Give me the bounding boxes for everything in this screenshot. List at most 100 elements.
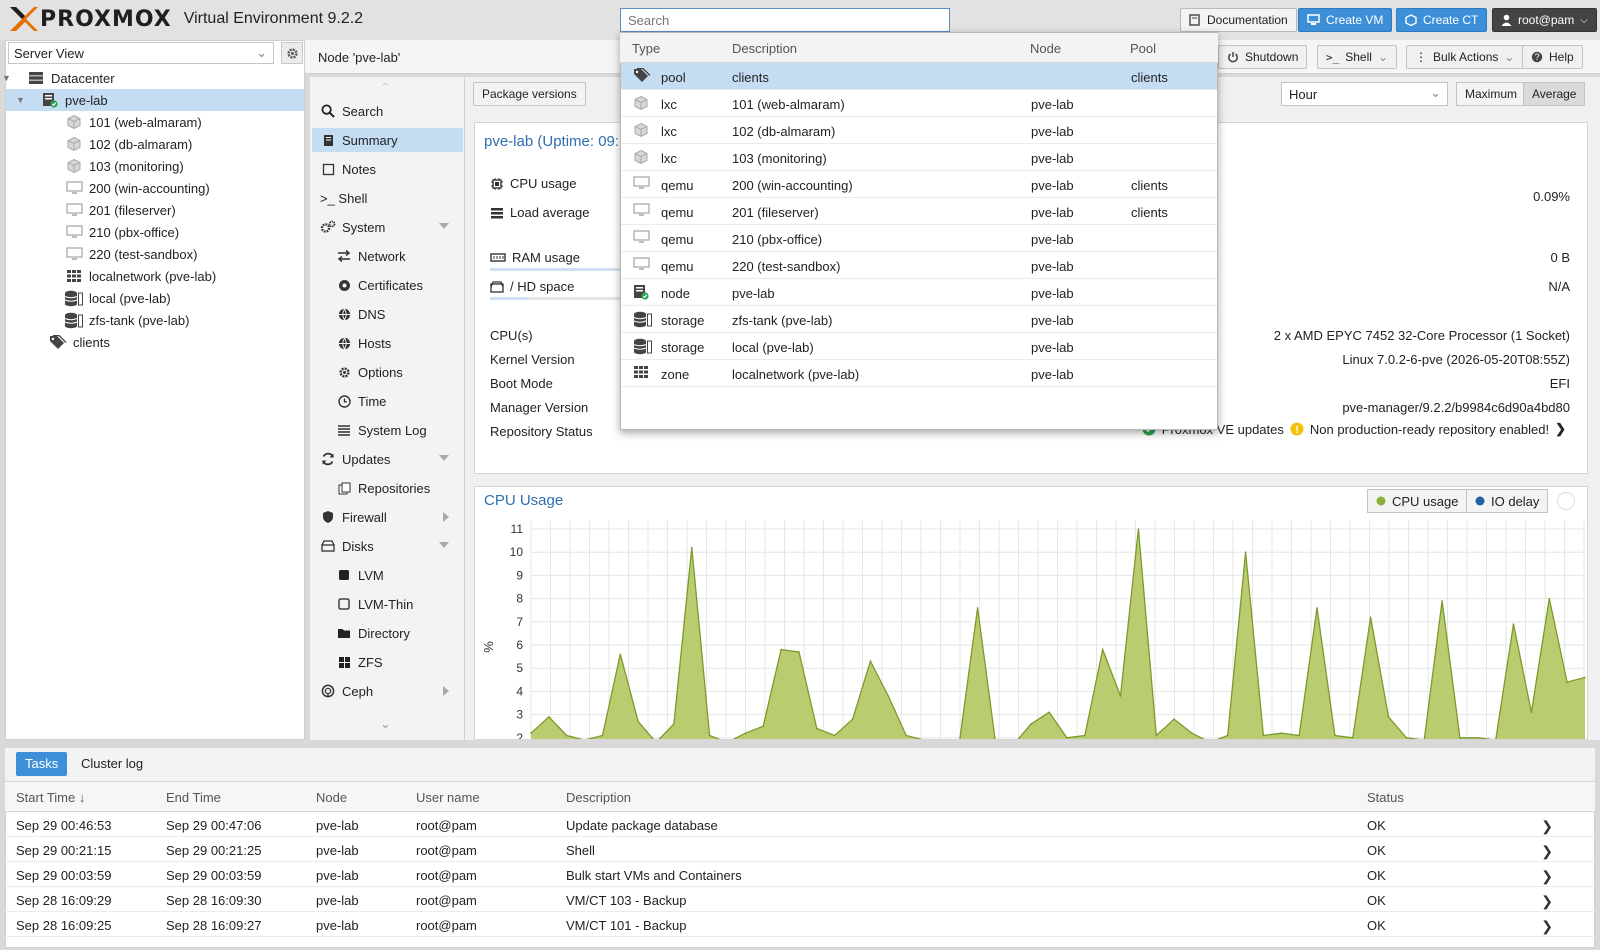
collapse-toggle-icon[interactable]: ▼	[16, 95, 25, 105]
chevron-right-icon[interactable]: ❯	[1555, 421, 1566, 437]
create-vm-button[interactable]: Create VM	[1298, 8, 1393, 32]
chevron-right-icon[interactable]: ❯	[1541, 868, 1553, 885]
submenu-item[interactable]: LVM-Thin	[312, 592, 463, 616]
expand-arrow-icon[interactable]	[439, 542, 449, 548]
cpu-usage-point	[1101, 648, 1104, 651]
search-result-row[interactable]: lxc 101 (web-almaram) pve-lab	[621, 90, 1217, 117]
submenu-item[interactable]: LVM	[312, 563, 463, 587]
expand-arrow-icon[interactable]	[439, 455, 449, 461]
timeframe-select[interactable]: Hour ⌄	[1281, 82, 1448, 106]
scroll-down-icon[interactable]: ⌄	[380, 716, 391, 732]
col-end-time[interactable]: End Time	[166, 790, 221, 805]
tree-item[interactable]: ▼ Datacenter	[2, 67, 304, 89]
search-result-row[interactable]: lxc 103 (monitoring) pve-lab	[621, 144, 1217, 171]
tree-settings-button[interactable]	[281, 42, 303, 64]
view-select[interactable]: Server View ⌄	[8, 42, 274, 64]
tab-tasks[interactable]: Tasks	[16, 752, 68, 776]
chevron-right-icon[interactable]: ❯	[1541, 918, 1553, 935]
submenu-item[interactable]: Notes	[312, 157, 463, 181]
help-button[interactable]: ? Help	[1522, 45, 1583, 69]
tree-item[interactable]: ▼ pve-lab	[6, 89, 304, 111]
chevron-right-icon[interactable]: ❯	[1541, 818, 1553, 835]
submenu-item[interactable]: System	[312, 215, 463, 239]
collapse-toggle-icon[interactable]: ▼	[2, 73, 11, 83]
expand-arrow-icon[interactable]	[443, 512, 449, 522]
col-node[interactable]: Node	[316, 790, 347, 805]
col-type[interactable]: Type	[632, 41, 660, 56]
search-result-row[interactable]: qemu 220 (test-sandbox) pve-lab	[621, 252, 1217, 279]
search-result-row[interactable]: qemu 201 (fileserver) pve-lab clients	[621, 198, 1217, 225]
submenu-item[interactable]: >_ Shell	[312, 186, 463, 210]
search-input[interactable]	[620, 8, 950, 32]
task-row[interactable]: Sep 29 00:21:15 Sep 29 00:21:25 pve-lab roo…	[5, 837, 1595, 862]
create-ct-button[interactable]: Create CT	[1396, 8, 1488, 32]
submenu-item[interactable]: Disks	[312, 534, 463, 558]
col-start-time[interactable]: Start Time ↓	[16, 790, 85, 805]
tab-cluster-log[interactable]: Cluster log	[72, 752, 152, 776]
bulk-actions-button[interactable]: ⋮ Bulk Actions ⌄	[1406, 45, 1524, 69]
tree-item[interactable]: localnetwork (pve-lab)	[6, 265, 304, 287]
search-result-row[interactable]: pool clients clients	[621, 63, 1217, 90]
task-row[interactable]: Sep 29 00:03:59 Sep 29 00:03:59 pve-lab roo…	[5, 862, 1595, 887]
search-result-row[interactable]: storage zfs-tank (pve-lab) pve-lab	[621, 306, 1217, 333]
tree-item[interactable]: 220 (test-sandbox)	[6, 243, 304, 265]
scroll-up-icon[interactable]: ⌃	[380, 80, 391, 96]
col-user-name[interactable]: User name	[416, 790, 480, 805]
expand-arrow-icon[interactable]	[443, 686, 449, 696]
submenu-item[interactable]: Summary	[312, 128, 463, 152]
search-result-row[interactable]: node pve-lab pve-lab	[621, 279, 1217, 306]
search-result-row[interactable]: qemu 200 (win-accounting) pve-lab clients	[621, 171, 1217, 198]
chevron-right-icon[interactable]: ❯	[1541, 843, 1553, 860]
tree-item[interactable]: 200 (win-accounting)	[6, 177, 304, 199]
tree-item[interactable]: clients	[6, 331, 304, 353]
legend-io-delay[interactable]: IO delay	[1466, 489, 1549, 513]
submenu-item[interactable]: Search	[312, 99, 463, 123]
submenu-item[interactable]: Hosts	[312, 331, 463, 355]
average-toggle[interactable]: Average	[1523, 82, 1586, 106]
task-row[interactable]: Sep 28 16:09:29 Sep 28 16:09:30 pve-lab roo…	[5, 887, 1595, 912]
search-result-row[interactable]: qemu 210 (pbx-office) pve-lab	[621, 225, 1217, 252]
expand-arrow-icon[interactable]	[439, 223, 449, 229]
documentation-button[interactable]: Documentation	[1180, 8, 1297, 32]
result-pool: clients	[1131, 178, 1168, 193]
col-pool[interactable]: Pool	[1130, 41, 1156, 56]
col-description[interactable]: Description	[732, 41, 797, 56]
shutdown-button[interactable]: Shutdown	[1218, 45, 1308, 69]
search-result-row[interactable]: storage local (pve-lab) pve-lab	[621, 333, 1217, 360]
maximum-toggle[interactable]: Maximum	[1456, 82, 1527, 106]
submenu-item[interactable]: Updates	[312, 447, 463, 471]
search-result-row[interactable]: zone localnetwork (pve-lab) pve-lab	[621, 360, 1217, 387]
submenu-item[interactable]: Certificates	[312, 273, 463, 297]
task-row[interactable]: Sep 28 16:09:25 Sep 28 16:09:27 pve-lab roo…	[5, 912, 1595, 937]
submenu-item[interactable]: Repositories	[312, 476, 463, 500]
shell-button[interactable]: >_ Shell ⌄	[1317, 45, 1397, 69]
tree-item[interactable]: zfs-tank (pve-lab)	[6, 309, 304, 331]
chevron-right-icon[interactable]: ❯	[1541, 893, 1553, 910]
submenu-item[interactable]: Firewall	[312, 505, 463, 529]
cpu-usage-point	[905, 734, 907, 737]
task-row[interactable]: Sep 29 00:46:53 Sep 29 00:47:06 pve-lab roo…	[5, 812, 1595, 837]
package-versions-button[interactable]: Package versions	[473, 82, 586, 106]
chart-reset-icon[interactable]	[1557, 492, 1575, 510]
col-status[interactable]: Status	[1367, 790, 1404, 805]
submenu-item[interactable]: ZFS	[312, 650, 463, 674]
submenu-item[interactable]: Ceph	[312, 679, 463, 703]
tree-item[interactable]: local (pve-lab)	[6, 287, 304, 309]
tree-item[interactable]: 201 (fileserver)	[6, 199, 304, 221]
ram-usage-label: RAM usage	[490, 250, 580, 265]
legend-cpu-usage[interactable]: CPU usage	[1367, 489, 1468, 513]
tree-item[interactable]: 210 (pbx-office)	[6, 221, 304, 243]
col-description[interactable]: Description	[566, 790, 631, 805]
user-menu-button[interactable]: root@pam ⌵	[1492, 8, 1597, 32]
col-node[interactable]: Node	[1030, 41, 1061, 56]
tree-item[interactable]: 103 (monitoring)	[6, 155, 304, 177]
search-result-row[interactable]: lxc 102 (db-almaram) pve-lab	[621, 117, 1217, 144]
submenu-item[interactable]: Time	[312, 389, 463, 413]
submenu-item[interactable]: Options	[312, 360, 463, 384]
submenu-item[interactable]: Network	[312, 244, 463, 268]
tree-item[interactable]: 102 (db-almaram)	[6, 133, 304, 155]
submenu-item[interactable]: System Log	[312, 418, 463, 442]
tree-item[interactable]: 101 (web-almaram)	[6, 111, 304, 133]
submenu-item[interactable]: DNS	[312, 302, 463, 326]
submenu-item[interactable]: Directory	[312, 621, 463, 645]
